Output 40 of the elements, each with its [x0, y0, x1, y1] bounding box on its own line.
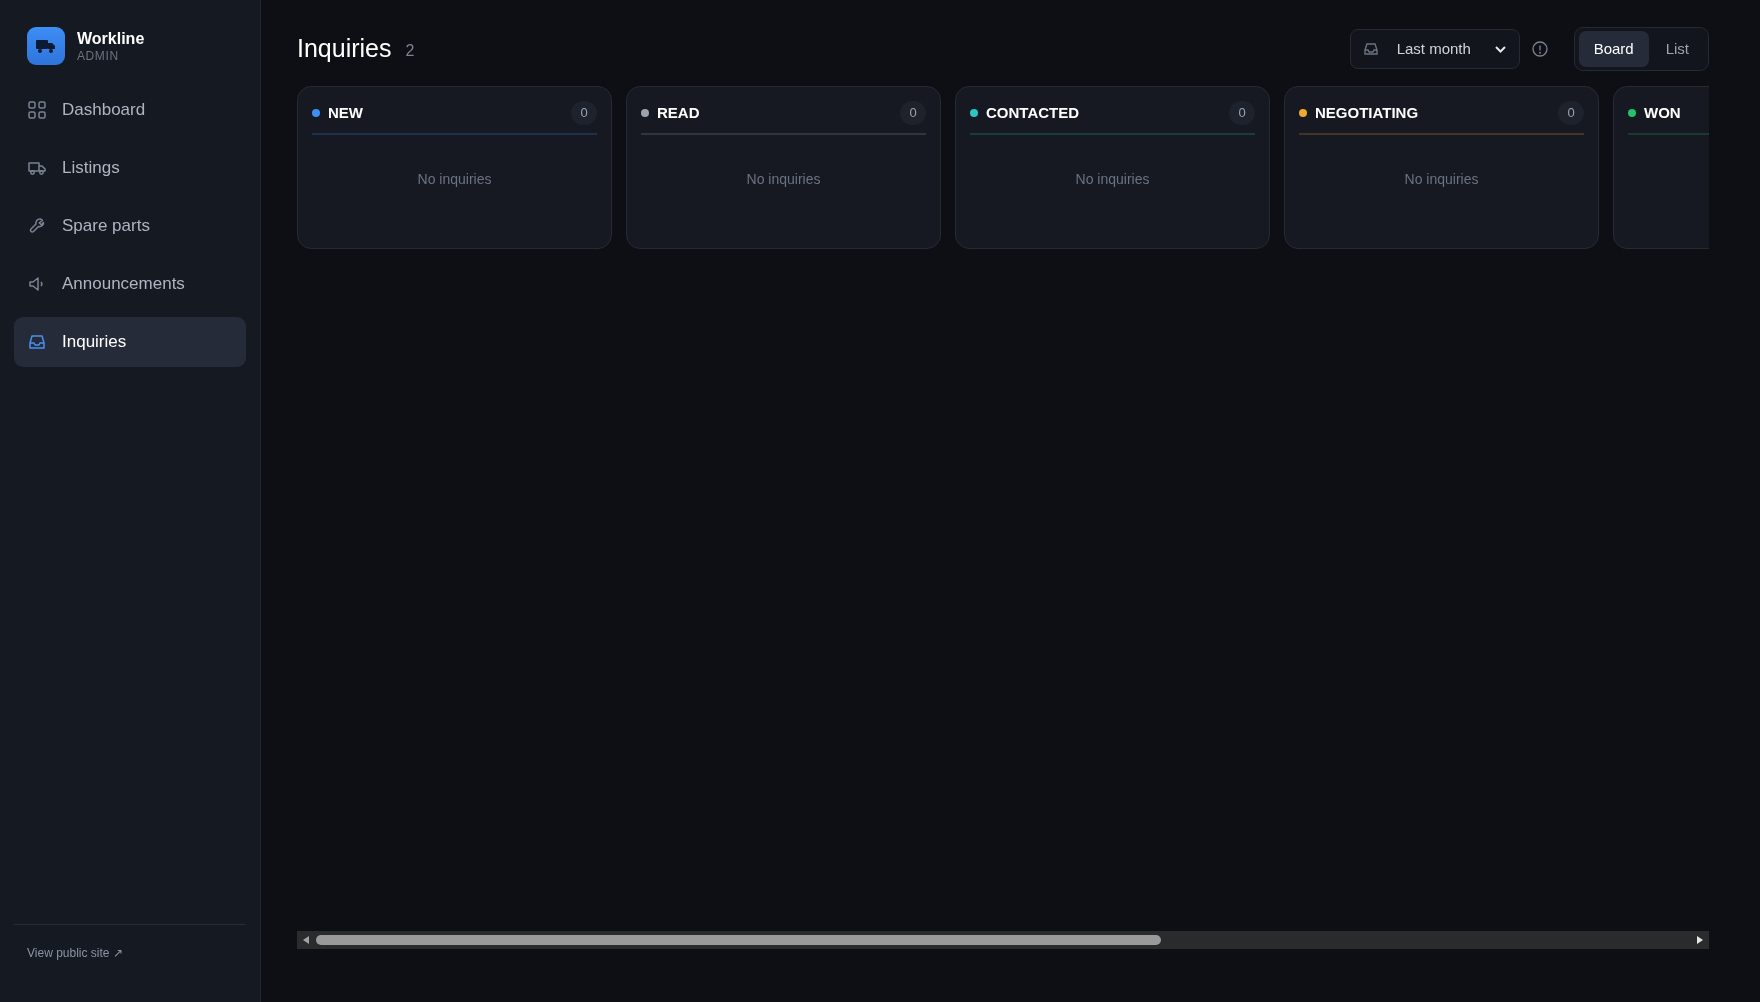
- inbox-icon: [28, 333, 46, 351]
- column-title: NEW: [328, 102, 363, 123]
- view-tab[interactable]: Board: [1578, 31, 1649, 67]
- truck-logo-icon: [27, 27, 65, 65]
- column-title: NEGOTIATING: [1315, 102, 1419, 123]
- nav-item[interactable]: Dashboard: [14, 85, 246, 135]
- column-title: READ: [657, 102, 700, 123]
- nav-item[interactable]: Listings: [14, 143, 246, 193]
- count-badge: 0: [1229, 101, 1255, 125]
- nav-item[interactable]: Inquiries: [14, 317, 246, 367]
- period-select[interactable]: Last month: [1349, 29, 1520, 69]
- count-badge: 0: [571, 101, 597, 125]
- brand-subtitle: ADMIN: [77, 48, 120, 64]
- view-public-site-link[interactable]: View public site ↗: [27, 946, 123, 960]
- inquiry-count: 2: [405, 41, 415, 61]
- empty-message: No inquiries: [746, 170, 821, 189]
- truck-icon: [28, 159, 46, 177]
- period-value: Last month: [1396, 38, 1471, 59]
- column-title: WON: [1644, 102, 1681, 123]
- nav-item[interactable]: Announcements: [14, 259, 246, 309]
- scrollbar-thumb[interactable]: [316, 935, 1161, 945]
- nav-item[interactable]: Spare parts: [14, 201, 246, 251]
- chevron-down-icon: [1494, 45, 1506, 53]
- view-tab[interactable]: List: [1650, 31, 1704, 67]
- info-icon[interactable]: [1531, 41, 1548, 57]
- wrench-icon: [28, 217, 46, 235]
- empty-message: No inquiries: [1075, 170, 1150, 189]
- empty-message: No inquiries: [1404, 170, 1479, 189]
- grid-icon: [28, 101, 46, 119]
- brand-name: Workline: [77, 28, 145, 49]
- inbox-icon: [1363, 43, 1378, 55]
- empty-message: No inquiries: [417, 170, 492, 189]
- horizontal-scrollbar[interactable]: [297, 931, 1709, 949]
- column-title: CONTACTED: [986, 102, 1080, 123]
- scroll-left-icon[interactable]: [302, 935, 310, 945]
- page-title: Inquiries: [297, 33, 392, 65]
- count-badge: 0: [1558, 101, 1584, 125]
- megaphone-icon: [28, 275, 46, 293]
- scroll-right-icon[interactable]: [1696, 935, 1704, 945]
- count-badge: 0: [900, 101, 926, 125]
